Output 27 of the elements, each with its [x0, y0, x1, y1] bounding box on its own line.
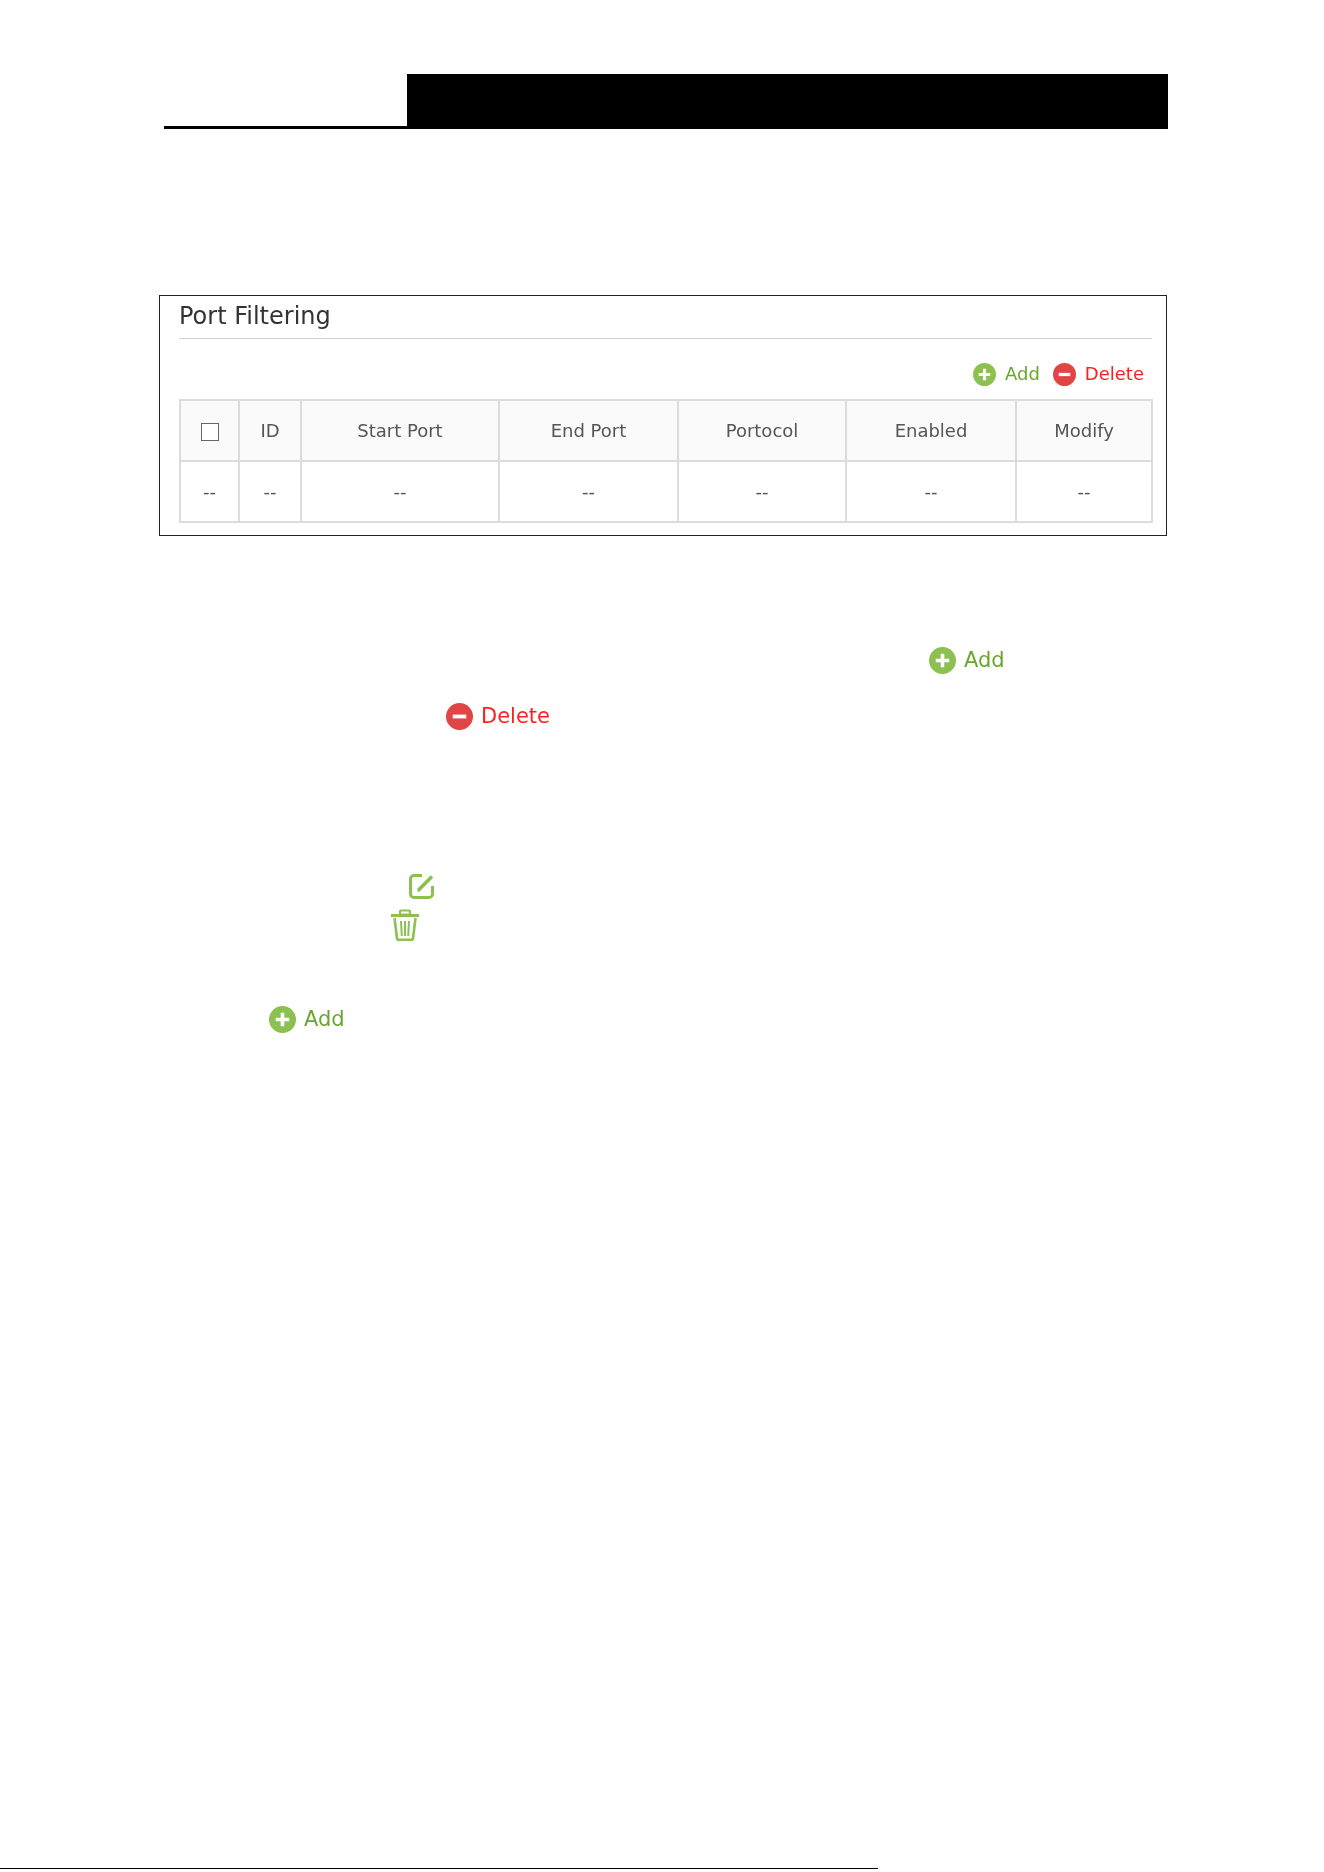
table-cell: -- [678, 461, 846, 522]
table-cell: -- [846, 461, 1016, 522]
panel-title: Port Filtering [179, 301, 331, 331]
column-header: Start Port [301, 400, 499, 461]
add-button[interactable]: Add [269, 1005, 345, 1033]
column-header: End Port [499, 400, 678, 461]
minus-icon [1052, 362, 1076, 386]
table-cell: -- [239, 461, 301, 522]
trash-icon[interactable] [389, 909, 421, 941]
table-cell: -- [180, 461, 239, 522]
table-cell: -- [1016, 461, 1152, 522]
add-icon [973, 362, 996, 386]
column-header: Portocol [678, 400, 846, 461]
table-cell: -- [301, 461, 499, 522]
table-cell: -- [499, 461, 678, 522]
add-button[interactable]: Add [973, 362, 1040, 386]
add-icon [929, 646, 956, 674]
column-header: Enabled [846, 400, 1016, 461]
minus-icon [446, 702, 473, 730]
add-icon [269, 1005, 296, 1033]
column-header: ID [239, 400, 301, 461]
edit-icon[interactable] [408, 873, 436, 900]
delete-button[interactable]: Delete [1052, 362, 1144, 386]
column-header: Modify [1016, 400, 1152, 461]
add-button[interactable]: Add [929, 646, 1005, 674]
delete-button[interactable]: Delete [446, 702, 550, 730]
select-all-checkbox[interactable] [200, 423, 219, 441]
